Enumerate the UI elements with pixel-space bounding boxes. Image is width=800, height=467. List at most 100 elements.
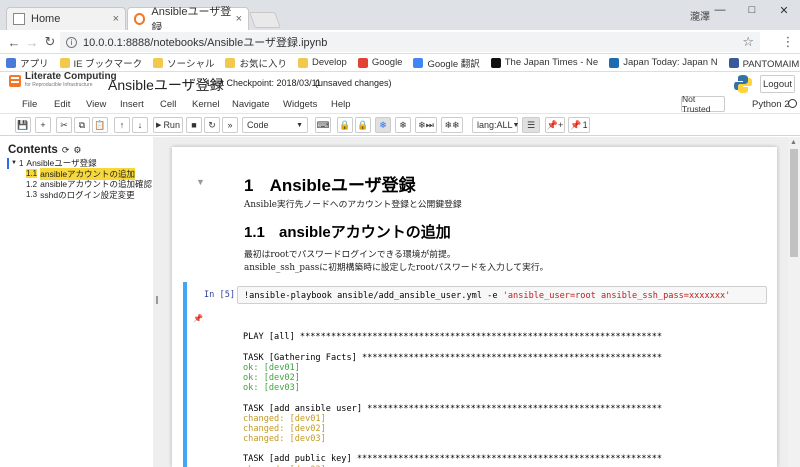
- scrollbar-thumb[interactable]: [790, 149, 798, 257]
- lock-icon[interactable]: 🔒: [337, 117, 353, 133]
- freeze-icon[interactable]: ❄: [375, 117, 391, 133]
- bookmark-icon: [413, 57, 424, 68]
- toc-sidebar: Contents ⟳ ⚙ ▼ 1 Ansibleユーザ登録 1.1 ansibl…: [0, 137, 153, 467]
- sidebar-resize-handle[interactable]: [156, 296, 158, 304]
- close-icon[interactable]: ×: [236, 13, 242, 25]
- pin-icon[interactable]: 📌: [193, 314, 203, 323]
- kernel-status-icon: [788, 99, 797, 108]
- menu-item-navigate[interactable]: Navigate: [232, 99, 270, 110]
- lock-icon[interactable]: 🔒: [355, 117, 371, 133]
- lang-select[interactable]: lang:ALL ▼: [472, 117, 519, 133]
- jupyter-icon: [134, 13, 146, 25]
- bookmark-label: Develop: [311, 57, 347, 68]
- insert-cell-icon[interactable]: +: [35, 117, 51, 133]
- bookmark-item[interactable]: Japan Today: Japan N: [609, 57, 718, 68]
- bookmark-item[interactable]: The Japan Times - Ne: [490, 57, 598, 68]
- bookmark-item[interactable]: PANTOMAIMUさんの: [728, 56, 800, 70]
- move-up-icon[interactable]: ↑: [114, 117, 130, 133]
- forward-arrow-icon[interactable]: →: [24, 34, 40, 50]
- bookmark-item[interactable]: IE ブックマーク: [59, 56, 142, 70]
- tab-title: Home: [31, 13, 61, 25]
- bookmark-item[interactable]: Google: [357, 57, 403, 68]
- cut-icon[interactable]: ✂: [56, 117, 72, 133]
- trust-button[interactable]: Not Trusted: [681, 94, 725, 114]
- bookmark-item[interactable]: アプリ: [6, 56, 49, 70]
- bookmark-item[interactable]: お気に入り: [225, 56, 287, 70]
- close-icon[interactable]: ×: [113, 13, 119, 25]
- site-logo[interactable]: Literate Computing for Reproducible Infr…: [8, 72, 117, 90]
- paragraph-line: 最初はrootでパスワードログインできる環境が前提。: [244, 250, 456, 260]
- gear-icon[interactable]: ⚙: [73, 145, 81, 156]
- scroll-up-icon[interactable]: ▲: [790, 139, 797, 146]
- menu-item-edit[interactable]: Edit: [54, 99, 70, 110]
- run-icon: ▶: [156, 122, 162, 129]
- tab-home[interactable]: Home ×: [6, 7, 126, 30]
- menu-item-insert[interactable]: Insert: [120, 99, 144, 110]
- menu-bar: Not Trusted Python 2 File Edit View Insert C…: [0, 94, 800, 114]
- menu-item-view[interactable]: View: [86, 99, 106, 110]
- logout-button[interactable]: Logout: [760, 75, 795, 93]
- vertical-scrollbar[interactable]: ▲: [788, 137, 800, 467]
- bookmark-item[interactable]: ソーシャル: [153, 56, 214, 70]
- bookmark-item[interactable]: Develop: [297, 57, 347, 68]
- unfreeze-icon[interactable]: ❄: [395, 117, 411, 133]
- notebook-container: ▼ 1 Ansibleユーザ登録 Ansible実行先ノードへのアカウント登録と…: [172, 147, 777, 467]
- collapse-arrow-icon[interactable]: ▼: [11, 160, 17, 166]
- save-icon[interactable]: 💾: [15, 117, 31, 133]
- cell-output: PLAY [all] *****************************…: [243, 322, 662, 467]
- menu-item-widgets[interactable]: Widgets: [283, 99, 317, 110]
- logo-title: Literate Computing: [25, 71, 117, 82]
- minimize-button[interactable]: —: [704, 0, 736, 20]
- notebook-toolbar: 💾 + ✂ ⧉ 📋 ↑ ↓ ▶ Run ■ ↻ » Code ▼ ⌨ 🔒 🔒 ❄…: [0, 114, 800, 136]
- cell-type-select[interactable]: Code ▼: [242, 117, 308, 133]
- paragraph-line: ansible_ssh_passに初期構築時に設定したrootパスワードを入力し…: [244, 263, 549, 273]
- bookmarks-bar: アプリ IE ブックマーク ソーシャル お気に入り Develop Google Googl…: [0, 54, 800, 72]
- keyboard-icon[interactable]: ⌨: [315, 117, 331, 133]
- paste-icon[interactable]: 📋: [92, 117, 108, 133]
- freeze-all-icon[interactable]: ❄❄: [441, 117, 463, 133]
- run-button[interactable]: ▶ Run: [153, 117, 183, 133]
- toc-item-number: 1.1: [26, 169, 38, 179]
- toc-list-icon[interactable]: ☰: [522, 117, 540, 133]
- move-down-icon[interactable]: ↓: [132, 117, 148, 133]
- tab-notebook[interactable]: Ansibleユーザ登録 ×: [127, 6, 249, 34]
- toc-item[interactable]: 1.3 sshdのログイン設定変更: [7, 190, 153, 201]
- url-field[interactable]: i 10.0.0.1:8888/notebooks/Ansibleユーザ登録.i…: [60, 32, 760, 52]
- toc-item-number: 1.2: [26, 179, 38, 189]
- bookmark-icon: [490, 57, 501, 68]
- bookmark-label: Google: [371, 57, 403, 68]
- window-close-button[interactable]: ✕: [768, 0, 800, 20]
- bookmark-icon: [225, 57, 236, 68]
- code-editor[interactable]: !ansible-playbook ansible/add_ansible_us…: [237, 286, 767, 304]
- menu-item-help[interactable]: Help: [331, 99, 351, 110]
- input-prompt: In [5]:: [204, 290, 241, 300]
- pin-add-icon[interactable]: 📌+: [545, 117, 565, 133]
- restart-run-all-icon[interactable]: »: [222, 117, 238, 133]
- maximize-button[interactable]: □: [736, 0, 768, 20]
- logo-subtitle: for Reproducible Infrastructure: [25, 82, 93, 88]
- menu-item-cell[interactable]: Cell: [160, 99, 176, 110]
- collapse-heading-icon[interactable]: ▼: [196, 177, 205, 187]
- pin-count-button[interactable]: 📌 1: [568, 117, 590, 133]
- refresh-icon[interactable]: ⟳: [62, 145, 70, 156]
- back-arrow-icon[interactable]: ←: [6, 34, 22, 50]
- jupyter-header: Literate Computing for Reproducible Infr…: [0, 72, 800, 94]
- restart-icon[interactable]: ↻: [204, 117, 220, 133]
- autosave-status: (unsaved changes): [315, 78, 392, 88]
- freeze-below-icon[interactable]: ❄⏭: [415, 117, 437, 133]
- interrupt-icon[interactable]: ■: [186, 117, 202, 133]
- bookmark-star-icon[interactable]: ☆: [742, 34, 754, 50]
- menu-item-file[interactable]: File: [22, 99, 37, 110]
- copy-icon[interactable]: ⧉: [74, 117, 90, 133]
- code-cell[interactable]: In [5]: !ansible-playbook ansible/add_an…: [183, 282, 768, 467]
- bookmark-item[interactable]: Google 翻訳: [413, 56, 480, 70]
- menu-item-kernel[interactable]: Kernel: [192, 99, 219, 110]
- browser-menu-icon[interactable]: ⋮: [780, 34, 796, 50]
- kernel-name[interactable]: Python 2: [752, 99, 790, 110]
- reload-icon[interactable]: ↻: [42, 34, 58, 50]
- lang-value: lang:ALL: [477, 120, 513, 130]
- new-tab-button[interactable]: [249, 12, 281, 28]
- toc-item-number: 1: [18, 158, 24, 168]
- info-icon[interactable]: i: [66, 36, 77, 48]
